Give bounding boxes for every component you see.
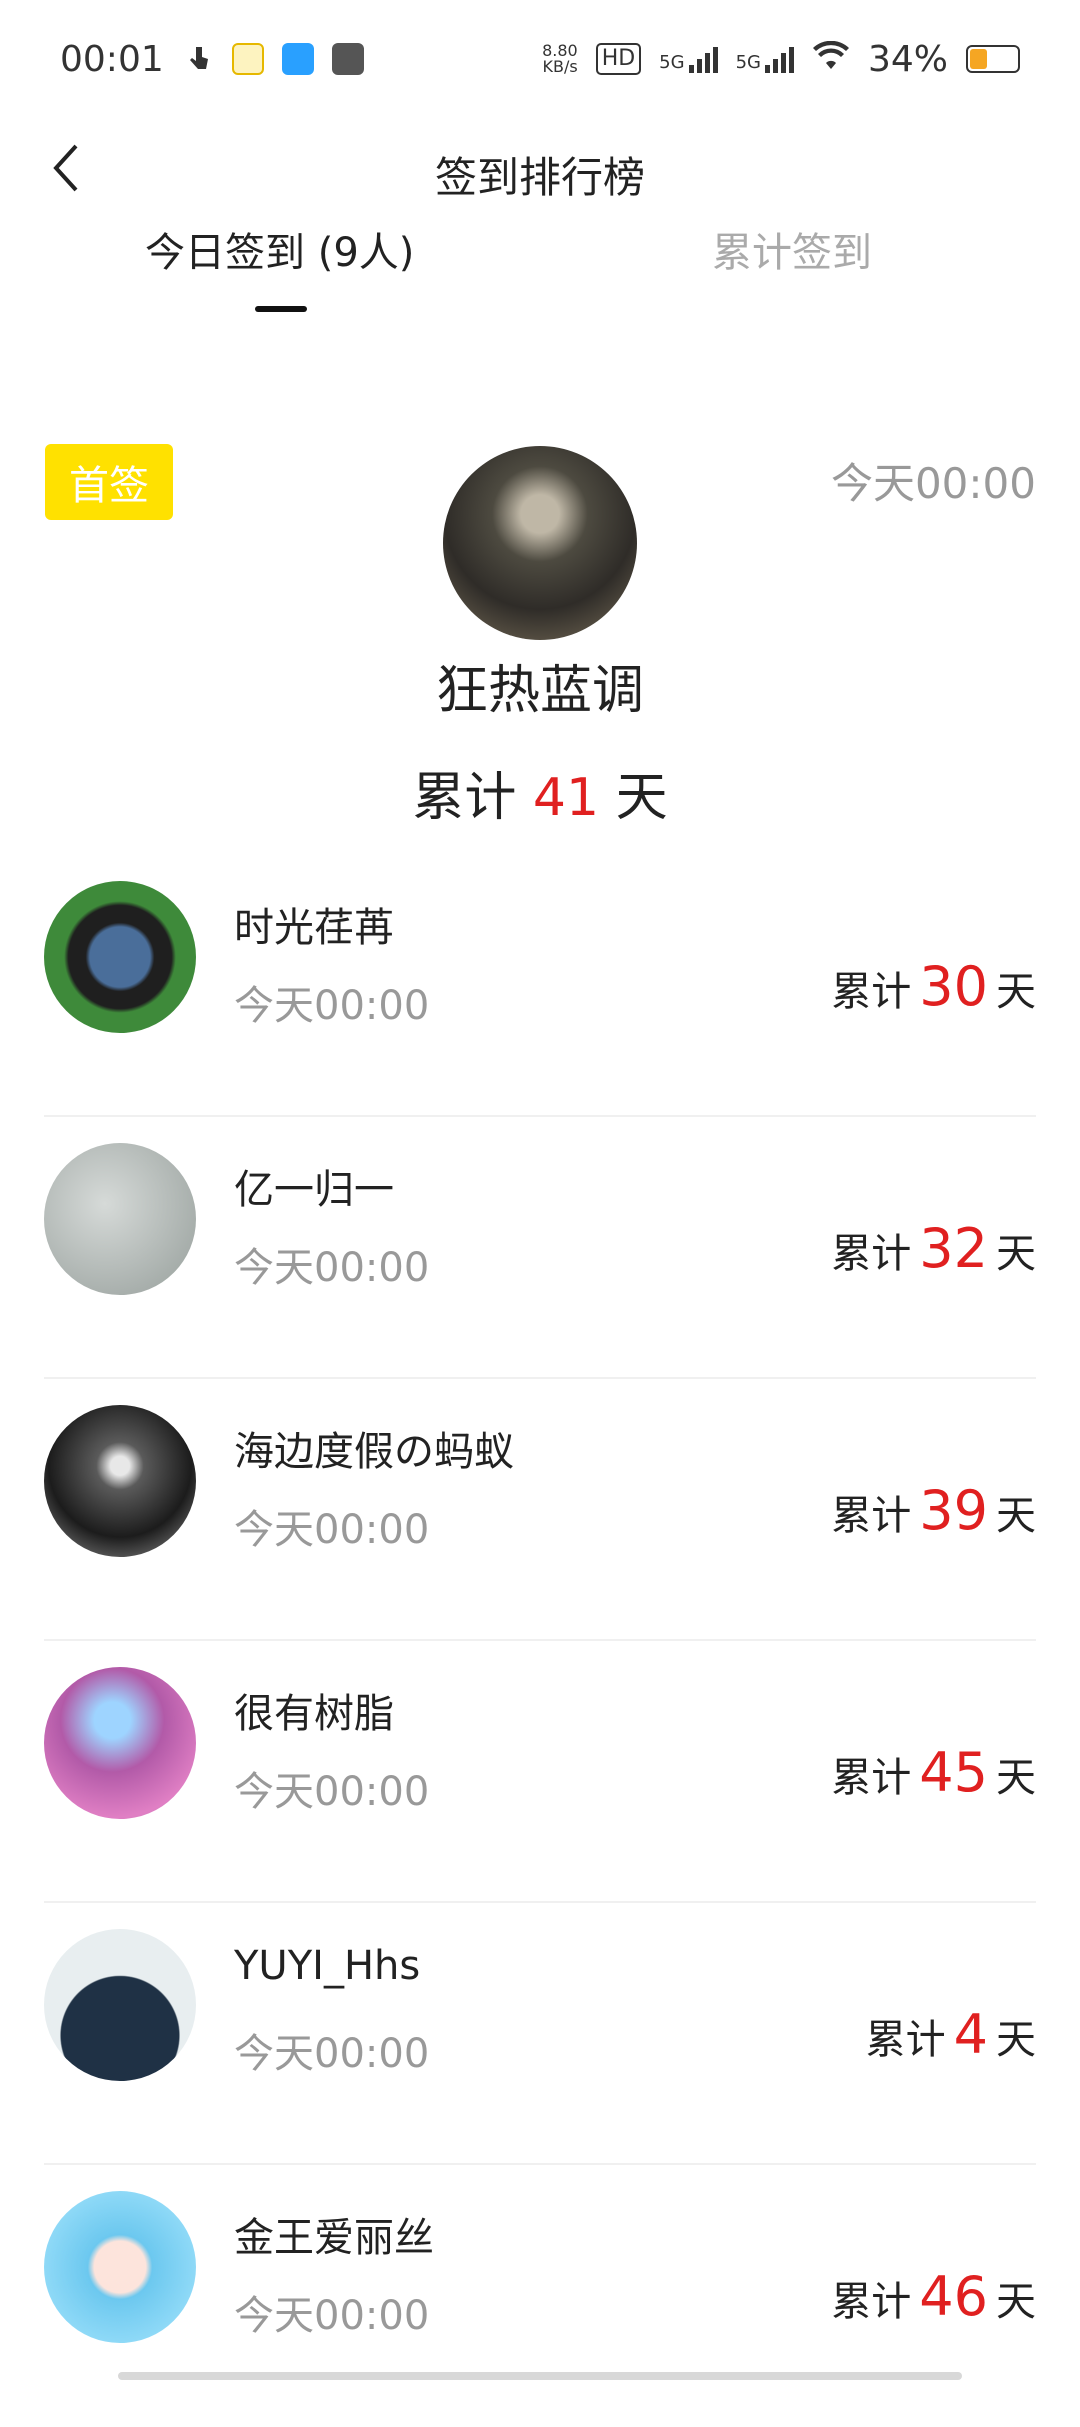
signin-count: 累计 32 天 — [831, 1217, 1036, 1280]
tab-bar: 今日签到 (9人) 累计签到 — [0, 220, 1080, 320]
page-title: 签到排行榜 — [434, 153, 645, 202]
signin-time: 今天00:00 — [234, 1245, 430, 1291]
user-name[interactable]: 金王爱丽丝 — [234, 2205, 434, 2263]
avatar[interactable] — [44, 1667, 196, 1819]
count-suffix: 天 — [996, 2279, 1036, 2325]
signin-count: 累计 46 天 — [831, 2265, 1036, 2328]
signin-time: 今天00:00 — [234, 2293, 430, 2339]
signal-2: 5G — [736, 45, 794, 73]
count-value: 32 — [919, 1217, 988, 1280]
count-prefix: 累计 — [412, 768, 517, 828]
vivo-icon — [331, 43, 364, 75]
user-name[interactable]: 亿一归一 — [234, 1157, 394, 1215]
user-name[interactable]: 很有树脂 — [234, 1681, 394, 1739]
signin-time: 今天00:00 — [234, 1507, 430, 1553]
top-signin-time: 今天00:00 — [830, 459, 1036, 508]
battery-percent: 34% — [867, 38, 948, 80]
count-suffix: 天 — [615, 768, 668, 828]
list-item[interactable]: 亿一归一 今天00:00 累计 32 天 — [44, 1117, 1036, 1379]
signin-time: 今天00:00 — [234, 983, 430, 1029]
send-icon — [281, 43, 314, 75]
top-signin-card: 首签 今天00:00 狂热蓝调 累计 41 天 — [0, 420, 1080, 840]
avatar[interactable] — [44, 1405, 196, 1557]
home-indicator[interactable] — [118, 2372, 962, 2380]
count-value: 45 — [919, 1741, 988, 1804]
user-name[interactable]: 海边度假の蚂蚁 — [234, 1419, 514, 1477]
signal-2-label: 5G — [735, 52, 761, 73]
count-value: 4 — [953, 2003, 988, 2066]
signal-1-bars-icon — [688, 45, 718, 73]
hd-icon: HD — [595, 43, 642, 75]
active-tab-indicator — [255, 306, 307, 312]
signin-count: 累计 45 天 — [831, 1741, 1036, 1804]
count-value: 30 — [919, 955, 988, 1018]
first-signin-badge: 首签 — [45, 444, 173, 520]
count-suffix: 天 — [996, 969, 1036, 1015]
list-item[interactable]: 海边度假の蚂蚁 今天00:00 累计 39 天 — [44, 1379, 1036, 1641]
tab-cumulative-signin[interactable]: 累计签到 — [712, 220, 872, 300]
app-notification-icon — [231, 43, 264, 75]
status-left: 00:01 — [60, 39, 364, 80]
signal-1: 5G — [659, 45, 718, 73]
list-item[interactable]: 时光荏苒 今天00:00 累计 30 天 — [44, 855, 1036, 1117]
avatar[interactable] — [44, 881, 196, 1033]
status-right: 8.80 KB/s HD 5G 5G 34% — [542, 39, 1020, 80]
wifi-icon — [812, 39, 850, 80]
battery-icon — [966, 45, 1020, 73]
avatar[interactable] — [44, 1143, 196, 1295]
avatar[interactable] — [44, 1929, 196, 2081]
signin-count: 累计 4 天 — [866, 2003, 1036, 2066]
signin-count: 累计 39 天 — [831, 1479, 1036, 1542]
count-prefix: 累计 — [831, 1755, 912, 1801]
count-prefix: 累计 — [831, 1493, 912, 1539]
top-user-name[interactable]: 狂热蓝调 — [0, 648, 1080, 723]
gesture-icon — [181, 43, 214, 75]
count-value: 39 — [919, 1479, 988, 1542]
signal-2-bars-icon — [764, 45, 794, 73]
user-name[interactable]: YUYI_Hhs — [234, 1943, 420, 1989]
count-suffix: 天 — [996, 1231, 1036, 1277]
count-prefix: 累计 — [865, 2017, 946, 2063]
count-suffix: 天 — [996, 2017, 1036, 2063]
top-user-count: 累计 41 天 — [0, 755, 1080, 830]
user-name[interactable]: 时光荏苒 — [234, 895, 394, 953]
count-prefix: 累计 — [831, 2279, 912, 2325]
tab-today-signin[interactable]: 今日签到 (9人) — [145, 220, 414, 300]
list-item[interactable]: YUYI_Hhs 今天00:00 累计 4 天 — [44, 1903, 1036, 2165]
status-time: 00:01 — [60, 38, 164, 80]
ranking-list: 时光荏苒 今天00:00 累计 30 天 亿一归一 今天00:00 累计 32 天 海边… — [0, 855, 1080, 2427]
avatar[interactable] — [44, 2191, 196, 2343]
net-speed: 8.80 KB/s — [542, 43, 578, 75]
count-suffix: 天 — [996, 1755, 1036, 1801]
list-item[interactable]: 很有树脂 今天00:00 累计 45 天 — [44, 1641, 1036, 1903]
net-speed-unit: KB/s — [542, 57, 578, 76]
signin-time: 今天00:00 — [234, 1769, 430, 1815]
signal-1-label: 5G — [659, 52, 685, 73]
count-suffix: 天 — [996, 1493, 1036, 1539]
signin-time: 今天00:00 — [234, 2031, 430, 2077]
count-prefix: 累计 — [831, 1231, 912, 1277]
count-prefix: 累计 — [831, 969, 912, 1015]
status-bar: 00:01 8.80 KB/s HD 5G 5G 34% — [0, 0, 1080, 118]
avatar[interactable] — [443, 446, 637, 640]
count-value: 46 — [919, 2265, 988, 2328]
signin-count: 累计 30 天 — [831, 955, 1036, 1018]
count-value: 41 — [532, 768, 600, 828]
